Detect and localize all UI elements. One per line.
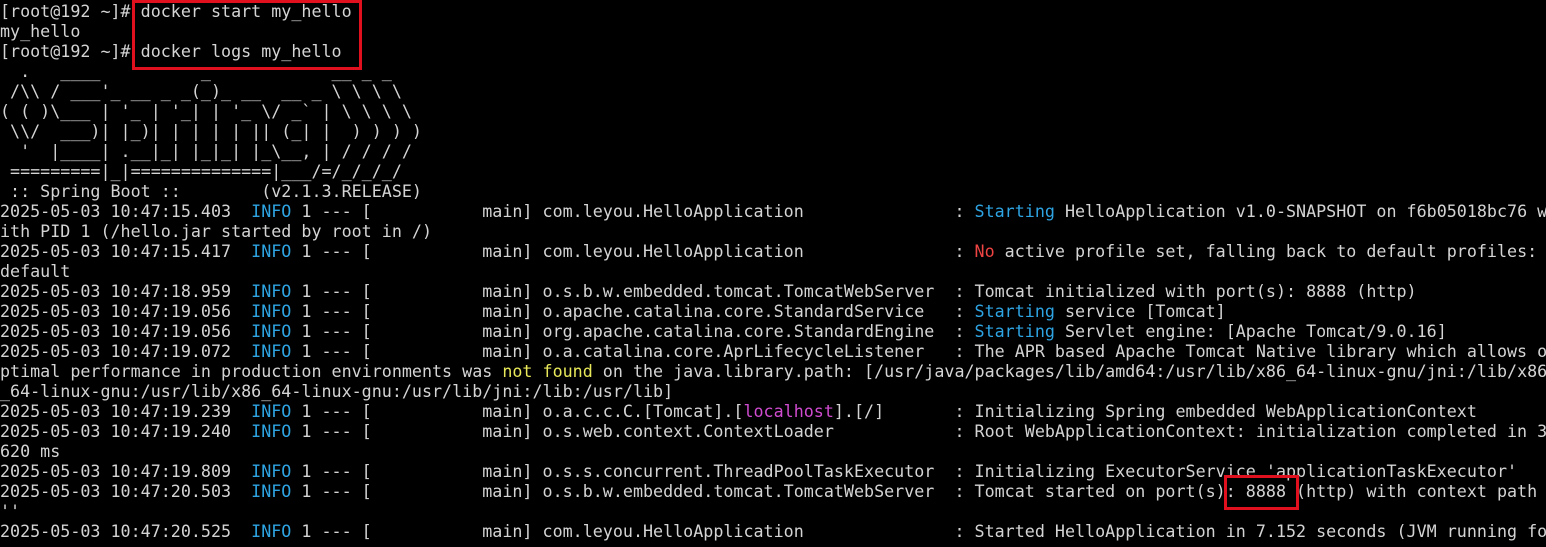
terminal-text-segment: 1 --- [ main] o.a.c.c.C.[Tomcat].[	[291, 401, 744, 421]
terminal-text-segment: INFO	[251, 301, 292, 321]
terminal-text-segment: HelloApplication v1.0-SNAPSHOT on f6b050…	[1054, 201, 1546, 221]
terminal-line: 2025-05-03 10:47:15.417 INFO 1 --- [ mai…	[0, 241, 1537, 261]
terminal-text-segment: 1 --- [ main] o.s.web.context.ContextLoa…	[291, 421, 1546, 441]
terminal-line: 2025-05-03 10:47:19.809 INFO 1 --- [ mai…	[0, 461, 1517, 481]
terminal-line: 620 ms	[0, 441, 60, 461]
terminal-text-segment: INFO	[251, 401, 292, 421]
terminal-line: . ____ _ __ _ _	[0, 61, 392, 81]
terminal-text-segment: 1 --- [ main] o.s.b.w.embedded.tomcat.To…	[291, 281, 1417, 301]
terminal-text-segment: INFO	[251, 281, 292, 301]
terminal-line: 2025-05-03 10:47:18.959 INFO 1 --- [ mai…	[0, 281, 1417, 301]
terminal-text-segment: _64-linux-gnu:/usr/lib/x86_64-linux-gnu:…	[0, 381, 674, 401]
terminal-text-segment: [root@192 ~]#	[0, 1, 141, 21]
terminal-line: ptimal performance in production environ…	[0, 361, 1546, 381]
terminal-text-segment: 2025-05-03 10:47:19.056	[0, 321, 252, 341]
terminal-text-segment: default	[0, 261, 71, 281]
terminal-line: my_hello	[0, 21, 80, 41]
terminal-line: ( ( )\___ | '_ | '_| | '_ \/ _` | \ \ \ …	[0, 101, 412, 121]
terminal-text-segment: INFO	[251, 421, 292, 441]
terminal-text-segment: ''	[0, 501, 21, 521]
terminal-text-segment: 2025-05-03 10:47:20.525	[0, 521, 252, 541]
terminal-text-segment: Starting	[974, 321, 1055, 341]
terminal-text-segment: 1 --- [ main] o.apache.catalina.core.Sta…	[291, 301, 975, 321]
terminal-line: 2025-05-03 10:47:19.072 INFO 1 --- [ mai…	[0, 341, 1546, 361]
terminal-text-segment: INFO	[251, 321, 292, 341]
terminal-text-segment: Starting	[974, 201, 1055, 221]
terminal-text-segment: 2025-05-03 10:47:20.503	[0, 481, 252, 501]
terminal-line: 2025-05-03 10:47:19.240 INFO 1 --- [ mai…	[0, 421, 1546, 441]
terminal-text-segment: service [Tomcat]	[1054, 301, 1226, 321]
terminal-text-segment: on the java.library.path: [/usr/java/pac…	[592, 361, 1546, 381]
terminal-line: [root@192 ~]# docker logs my_hello	[0, 41, 342, 61]
terminal-text-segment: localhost	[743, 401, 834, 421]
terminal-text-segment: Starting	[974, 301, 1055, 321]
terminal-text-segment: ( ( )\___ | '_ | '_| | '_ \/ _` | \ \ \ …	[0, 101, 412, 121]
terminal-text-segment: 1 --- [ main] com.leyou.HelloApplication…	[291, 201, 975, 221]
terminal-text-segment: 1 --- [ main] com.leyou.HelloApplication…	[291, 521, 1546, 541]
terminal-text-segment: 1 --- [ main] org.apache.catalina.core.S…	[291, 321, 975, 341]
terminal-text-segment: No	[974, 241, 995, 261]
terminal-line: 2025-05-03 10:47:19.056 INFO 1 --- [ mai…	[0, 321, 1447, 341]
terminal-text-segment: active profile set, falling back to defa…	[994, 241, 1538, 261]
terminal-text-segment: 1 --- [ main] o.a.catalina.core.AprLifec…	[291, 341, 1546, 361]
terminal-text-segment: 2025-05-03 10:47:19.809	[0, 461, 252, 481]
terminal-text-segment: INFO	[251, 241, 292, 261]
terminal-text-segment: 1 --- [ main] o.s.s.concurrent.ThreadPoo…	[291, 461, 1518, 481]
terminal-text-segment: :: Spring Boot :: (v2.1.3.RELEASE)	[0, 181, 422, 201]
terminal-text-segment: docker logs my_hello	[140, 41, 342, 61]
terminal-text-segment: ' |____| .__|_| |_|_| |_\__, | / / / /	[0, 141, 412, 161]
terminal-window[interactable]: [root@192 ~]# docker start my_hello my_he…	[0, 0, 1546, 547]
terminal-text-segment: 1 --- [ main] com.leyou.HelloApplication…	[291, 241, 975, 261]
terminal-text-segment: INFO	[251, 341, 292, 361]
terminal-text-segment: my_hello	[0, 21, 81, 41]
terminal-text-segment: ith PID 1 (/hello.jar started by root in…	[0, 221, 433, 241]
terminal-text-segment: 2025-05-03 10:47:19.240	[0, 421, 252, 441]
terminal-text-segment: ptimal performance in production environ…	[0, 361, 503, 381]
terminal-text-segment: INFO	[251, 481, 292, 501]
terminal-line: [root@192 ~]# docker start my_hello	[0, 1, 352, 21]
terminal-text-segment: \\/ ___)| |_)| | | | | || (_| | ) ) ) )	[0, 121, 422, 141]
terminal-line: 2025-05-03 10:47:20.525 INFO 1 --- [ mai…	[0, 521, 1546, 541]
terminal-line: 2025-05-03 10:47:19.239 INFO 1 --- [ mai…	[0, 401, 1477, 421]
terminal-text-segment: INFO	[251, 461, 292, 481]
terminal-line: 2025-05-03 10:47:20.503 INFO 1 --- [ mai…	[0, 481, 1537, 501]
terminal-line: =========|_|==============|___/=/_/_/_/	[0, 161, 402, 181]
terminal-line: \\/ ___)| |_)| | | | | || (_| | ) ) ) )	[0, 121, 422, 141]
terminal-line: ''	[0, 501, 20, 521]
terminal-text-segment: 1 --- [ main] o.s.b.w.embedded.tomcat.To…	[291, 481, 1538, 501]
terminal-line: :: Spring Boot :: (v2.1.3.RELEASE)	[0, 181, 422, 201]
terminal-line: default	[0, 261, 70, 281]
terminal-text-segment: 2025-05-03 10:47:15.417	[0, 241, 252, 261]
terminal-text-segment: INFO	[251, 521, 292, 541]
terminal-text-segment: ].[/] : Initializing Spring embedded Web…	[833, 401, 1477, 421]
terminal-text-segment: 2025-05-03 10:47:19.072	[0, 341, 252, 361]
terminal-line: ith PID 1 (/hello.jar started by root in…	[0, 221, 432, 241]
terminal-text-segment: INFO	[251, 201, 292, 221]
terminal-text-segment: . ____ _ __ _ _	[0, 61, 392, 81]
terminal-text-segment: Servlet engine: [Apache Tomcat/9.0.16]	[1054, 321, 1447, 341]
terminal-text-segment: not found	[502, 361, 593, 381]
terminal-line: 2025-05-03 10:47:15.403 INFO 1 --- [ mai…	[0, 201, 1546, 221]
terminal-line: /\\ / ___'_ __ _ _(_)_ __ __ _ \ \ \ \	[0, 81, 402, 101]
terminal-text-segment: 620 ms	[0, 441, 61, 461]
terminal-text-segment: 2025-05-03 10:47:18.959	[0, 281, 252, 301]
terminal-text-segment: [root@192 ~]#	[0, 41, 141, 61]
terminal-text-segment: 2025-05-03 10:47:19.239	[0, 401, 252, 421]
terminal-text-segment: 2025-05-03 10:47:15.403	[0, 201, 252, 221]
terminal-text-segment: /\\ / ___'_ __ _ _(_)_ __ __ _ \ \ \ \	[0, 81, 402, 101]
terminal-text-segment: 2025-05-03 10:47:19.056	[0, 301, 252, 321]
terminal-text-segment: =========|_|==============|___/=/_/_/_/	[0, 161, 402, 181]
terminal-line: ' |____| .__|_| |_|_| |_\__, | / / / /	[0, 141, 412, 161]
terminal-text-segment: docker start my_hello	[140, 1, 352, 21]
terminal-line: 2025-05-03 10:47:19.056 INFO 1 --- [ mai…	[0, 301, 1226, 321]
terminal-line: _64-linux-gnu:/usr/lib/x86_64-linux-gnu:…	[0, 381, 673, 401]
